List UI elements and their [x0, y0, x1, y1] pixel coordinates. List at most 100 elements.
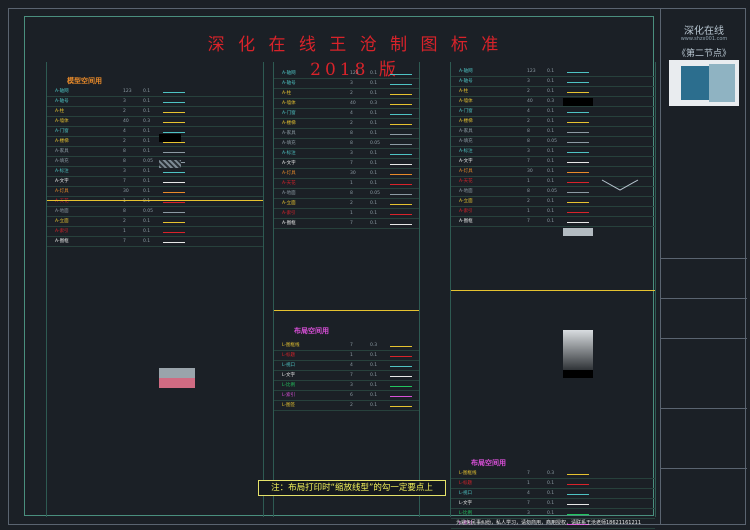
chevron-down-icon	[601, 179, 639, 191]
layer-line-sample	[163, 242, 185, 243]
layer-color-index: 40	[123, 119, 129, 124]
layer-line-sample	[390, 164, 412, 165]
table-row: A-标注 3 0.1	[274, 150, 419, 159]
layer-line-sample	[567, 484, 589, 485]
layer-line-sample	[390, 94, 412, 95]
layer-lineweight: 0.1	[143, 239, 151, 244]
table-row: A-轴号 3 0.1	[274, 80, 419, 89]
layer-lineweight: 0.1	[547, 79, 555, 84]
layer-line-sample	[390, 104, 412, 105]
layer-color-index: 3	[350, 81, 353, 86]
layer-line-sample	[163, 232, 185, 233]
layer-line-sample	[163, 92, 185, 93]
layer-color-index: 30	[350, 171, 356, 176]
layer-lineweight: 0.1	[547, 491, 555, 496]
layer-color-index: 8	[527, 129, 530, 134]
layer-line-sample	[567, 504, 589, 505]
layer-line-sample	[163, 102, 185, 103]
layer-name: A-填充	[459, 139, 473, 144]
layer-color-index: 2	[123, 139, 126, 144]
layer-color-index: 2	[350, 91, 353, 96]
title-block: 深化在线 www.shzx001.com 《第二节点》	[660, 8, 747, 525]
layer-line-sample	[163, 142, 185, 143]
layer-name: A-门窗	[282, 111, 296, 116]
layer-name: L-标题	[459, 481, 473, 486]
layer-color-index: 2	[123, 109, 126, 114]
layer-color-index: 1	[527, 481, 530, 486]
layer-line-sample	[567, 142, 589, 143]
table-row: A-填充 8 0.05	[274, 140, 419, 149]
separator-line	[274, 310, 419, 311]
layer-name: A-地面	[282, 191, 296, 196]
layer-name: A-图框	[55, 239, 69, 244]
layer-name: A-索引	[459, 209, 473, 214]
layer-name: A-轴号	[459, 79, 473, 84]
layer-line-sample	[390, 396, 412, 397]
layer-line-sample	[390, 144, 412, 145]
layer-color-index: 8	[123, 159, 126, 164]
layer-name: A-灯具	[55, 189, 69, 194]
table-row: A-填充 8 0.05	[47, 158, 263, 167]
hatch-swatch	[159, 160, 181, 168]
layer-color-index: 2	[350, 121, 353, 126]
table-row: A-地面 8 0.05	[47, 208, 263, 217]
table-row: A-柱 2 0.1	[274, 90, 419, 99]
layer-color-index: 40	[527, 99, 533, 104]
layer-lineweight: 0.1	[143, 189, 151, 194]
layer-lineweight: 0.05	[143, 209, 154, 214]
grey-swatch	[563, 228, 593, 236]
layer-name: L-文字	[459, 501, 473, 506]
table-row: A-索引 1 0.1	[451, 208, 655, 217]
layer-color-index: 7	[527, 159, 530, 164]
layer-name: A-索引	[282, 211, 296, 216]
layer-name: A-立面	[459, 199, 473, 204]
layer-color-index: 1	[527, 179, 530, 184]
layer-lineweight: 0.1	[370, 373, 378, 378]
table-row: L-标题 1 0.1	[451, 480, 655, 489]
layer-color-index: 8	[350, 131, 353, 136]
layer-color-index: 3	[527, 79, 530, 84]
table-row: A-门窗 4 0.1	[451, 108, 655, 117]
layer-lineweight: 0.1	[143, 129, 151, 134]
layer-color-index: 2	[527, 199, 530, 204]
layer-color-index: 2	[350, 403, 353, 408]
book-cover-image	[669, 60, 739, 106]
table-row: A-标注 3 0.1	[47, 168, 263, 177]
layer-color-index: 7	[350, 221, 353, 226]
layer-lineweight: 0.1	[143, 139, 151, 144]
layer-lineweight: 0.1	[143, 99, 151, 104]
table-row: L-比例 3 0.1	[451, 510, 655, 519]
layer-name: L-索引	[282, 393, 296, 398]
brand-name: 深化在线	[684, 26, 724, 37]
table-row: L-图签 2 0.1	[274, 402, 419, 411]
layer-table-middle: A-轴网 123 0.1 A-轴号 3 0.1 A-柱 2 0.1 A-墙体 40 0.3 A-门窗 4 0…	[273, 62, 420, 517]
layer-color-index: 123	[350, 71, 359, 76]
layer-name: A-图框	[459, 219, 473, 224]
grey-swatch	[159, 368, 195, 378]
print-note: 注：布局打印时“缩放线型”的勾一定要点上	[258, 480, 446, 496]
table-row: L-视口 4 0.1	[274, 362, 419, 371]
table-row: A-柱 2 0.1	[47, 108, 263, 117]
layer-color-index: 3	[350, 383, 353, 388]
table-row: L-索引 6 0.1	[274, 392, 419, 401]
section-title-layout-space: 布局空间用	[294, 327, 329, 335]
layer-color-index: 4	[527, 491, 530, 496]
layer-lineweight: 0.1	[370, 221, 378, 226]
table-row: A-立面 2 0.1	[274, 200, 419, 209]
table-row: A-墙体 40 0.3	[47, 118, 263, 127]
table-row: A-灯具 30 0.1	[47, 188, 263, 197]
layer-lineweight: 0.1	[547, 69, 555, 74]
layer-lineweight: 0.1	[370, 151, 378, 156]
layer-line-sample	[163, 152, 185, 153]
layer-lineweight: 0.1	[370, 161, 378, 166]
table-row: A-文字 7 0.1	[274, 160, 419, 169]
layer-lineweight: 0.3	[547, 471, 555, 476]
layer-name: A-标注	[55, 169, 69, 174]
table-row: A-楼梯 2 0.1	[451, 118, 655, 127]
table-row: A-图框 7 0.1	[47, 238, 263, 247]
layer-color-index: 1	[350, 353, 353, 358]
layer-name: A-文字	[459, 159, 473, 164]
layer-line-sample	[390, 366, 412, 367]
black-swatch	[563, 98, 593, 106]
table-row: L-图框线 7 0.3	[274, 342, 419, 351]
